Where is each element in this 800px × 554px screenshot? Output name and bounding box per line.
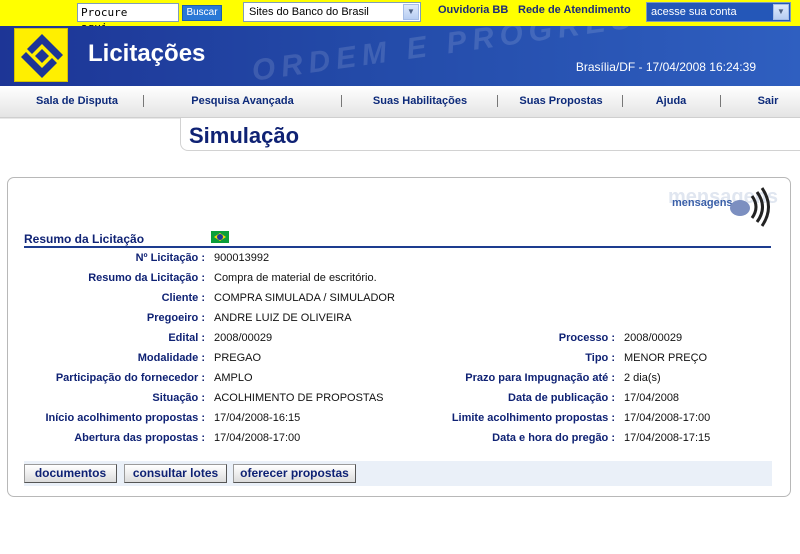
field-value-processo: 2008/00029 (624, 332, 683, 344)
field-value-licitacao: 900013992 (214, 252, 270, 264)
top-utility-bar: Procure aqui... Buscar Sites do Banco do… (0, 0, 800, 34)
field-value-tipo: MENOR PREÇO (624, 352, 708, 364)
section-rule (0, 118, 180, 119)
page-title: Licitações (88, 40, 206, 67)
field-label-publicacao: Data de publicação : (508, 392, 615, 404)
field-label-pregoeiro: Pregoeiro : (146, 312, 205, 324)
field-value-cliente: COMPRA SIMULADA / SIMULADOR (214, 292, 395, 304)
bb-logo[interactable] (14, 28, 68, 82)
field-label-modalidade: Modalidade : (137, 352, 205, 364)
account-select-value: acesse sua conta (651, 6, 737, 18)
chevron-down-icon[interactable]: ▼ (403, 4, 419, 20)
field-label-limite: Limite acolhimento propostas : (451, 412, 615, 424)
banner-watermark: ORDEM E PROGRESSO (249, 26, 694, 86)
nav-ajuda[interactable]: Ajuda (645, 86, 697, 117)
messages-icon[interactable] (722, 184, 772, 230)
field-value-prazo: 2 dia(s) (624, 372, 661, 384)
consultar-lotes-button[interactable]: consultar lotes (124, 464, 227, 483)
field-label-edital: Edital : (168, 332, 205, 344)
nav-divider (341, 95, 342, 107)
nav-suas-habilitacoes[interactable]: Suas Habilitações (360, 86, 480, 117)
search-input[interactable]: Procure aqui... (77, 3, 179, 34)
nav-divider (720, 95, 721, 107)
bb-logo-icon (21, 34, 63, 78)
oferecer-propostas-button[interactable]: oferecer propostas (233, 464, 356, 483)
nav-divider (143, 95, 144, 107)
sites-select-value: Sites do Banco do Brasil (249, 6, 369, 18)
summary-header: Resumo da Licitação (24, 232, 145, 246)
field-value-pregoeiro: ANDRE LUIZ DE OLIVEIRA (214, 312, 352, 324)
flag-circle (217, 234, 223, 240)
nav-divider (622, 95, 623, 107)
nav-sala-de-disputa[interactable]: Sala de Disputa (20, 86, 134, 117)
brazil-flag-icon (211, 231, 229, 243)
account-select[interactable]: acesse sua conta ▼ (646, 2, 791, 22)
documentos-button[interactable]: documentos (24, 464, 117, 483)
header-banner: ORDEM E PROGRESSO Licitações Brasília/DF… (0, 26, 800, 86)
field-value-participacao: AMPLO (214, 372, 253, 384)
field-label-prazo: Prazo para Impugnação até : (465, 372, 615, 384)
sites-select[interactable]: Sites do Banco do Brasil ▼ (243, 2, 421, 22)
field-value-resumo: Compra de material de escritório. (214, 272, 377, 284)
nav-sair[interactable]: Sair (748, 86, 788, 117)
field-label-tipo: Tipo : (585, 352, 615, 364)
nav-pesquisa-avancada[interactable]: Pesquisa Avançada (170, 86, 315, 117)
search-button[interactable]: Buscar (182, 5, 222, 21)
field-label-cliente: Cliente : (161, 292, 205, 304)
field-value-situacao: ACOLHIMENTO DE PROPOSTAS (214, 392, 384, 404)
summary-divider (24, 246, 771, 248)
field-value-limite: 17/04/2008-17:00 (624, 412, 711, 424)
field-value-pregao: 17/04/2008-17:15 (624, 432, 711, 444)
nav-divider (497, 95, 498, 107)
main-nav: Sala de Disputa Pesquisa Avançada Suas H… (0, 86, 800, 118)
field-label-participacao: Participação do fornecedor : (55, 372, 205, 384)
field-value-publicacao: 17/04/2008 (624, 392, 680, 404)
field-label-pregao: Data e hora do pregão : (492, 432, 615, 444)
field-label-inicio: Início acolhimento propostas : (45, 412, 205, 424)
field-label-situacao: Situação : (152, 392, 205, 404)
datetime-display: Brasília/DF - 17/04/2008 16:24:39 (575, 60, 756, 74)
ouvidoria-link[interactable]: Ouvidoria BB (438, 4, 508, 16)
field-value-abertura: 17/04/2008-17:00 (214, 432, 301, 444)
section-title: Simulação (189, 123, 300, 148)
field-value-inicio: 17/04/2008-16:15 (214, 412, 301, 424)
field-label-abertura: Abertura das propostas : (74, 432, 205, 444)
field-label-resumo: Resumo da Licitação : (88, 272, 205, 284)
field-label-licitacao: Nº Licitação : (135, 252, 205, 264)
field-value-modalidade: PREGAO (214, 352, 262, 364)
nav-suas-propostas[interactable]: Suas Propostas (510, 86, 612, 117)
field-value-edital: 2008/00029 (214, 332, 273, 344)
chevron-down-icon[interactable]: ▼ (773, 4, 789, 20)
field-label-processo: Processo : (558, 332, 615, 344)
rede-atendimento-link[interactable]: Rede de Atendimento (518, 4, 631, 16)
